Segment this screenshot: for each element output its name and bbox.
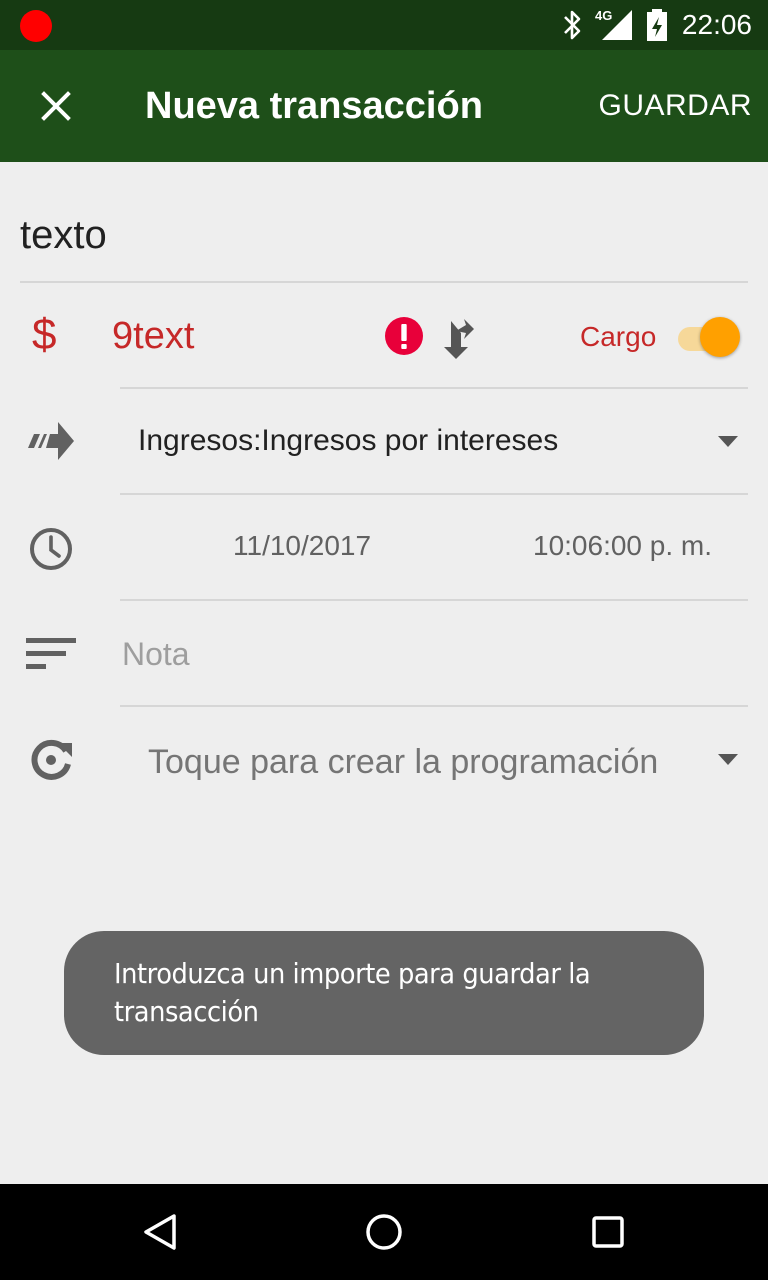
home-icon bbox=[366, 1214, 402, 1250]
navigation-bar bbox=[0, 1184, 768, 1280]
app-toolbar: Nueva transacción GUARDAR bbox=[0, 50, 768, 162]
divider bbox=[120, 599, 748, 601]
toast-text: Introduzca un importe para guardar la tr… bbox=[114, 957, 591, 1028]
description-value[interactable]: texto bbox=[20, 200, 748, 270]
bluetooth-icon bbox=[564, 10, 581, 40]
divider bbox=[120, 705, 748, 707]
amount-row: $ 9text Cargo bbox=[0, 285, 768, 385]
transaction-type-toggle[interactable] bbox=[676, 315, 744, 359]
divider bbox=[20, 281, 748, 283]
back-button[interactable] bbox=[136, 1208, 184, 1256]
toast-message: Introduzca un importe para guardar la tr… bbox=[64, 931, 704, 1055]
note-input[interactable] bbox=[122, 628, 742, 680]
recents-button[interactable] bbox=[584, 1208, 632, 1256]
recording-dot-icon bbox=[20, 10, 52, 42]
account-row[interactable]: Ingresos:Ingresos por intereses bbox=[0, 390, 768, 494]
description-field[interactable]: texto bbox=[20, 200, 748, 280]
date-field[interactable]: 11/10/2017 bbox=[233, 526, 371, 566]
divider bbox=[120, 387, 748, 389]
back-icon bbox=[144, 1214, 176, 1250]
currency-symbol: $ bbox=[32, 310, 57, 359]
divider bbox=[120, 493, 748, 495]
status-bar: 4G 22:06 bbox=[0, 0, 768, 50]
note-row bbox=[0, 602, 768, 706]
datetime-row: 11/10/2017 10:06:00 p. m. bbox=[0, 496, 768, 600]
chevron-down-icon bbox=[718, 754, 738, 765]
close-button[interactable] bbox=[20, 70, 92, 142]
recurrence-icon bbox=[31, 739, 72, 780]
time-field[interactable]: 10:06:00 p. m. bbox=[533, 526, 712, 566]
battery-charging-icon bbox=[647, 9, 667, 41]
clock-icon bbox=[30, 528, 72, 570]
chevron-down-icon bbox=[718, 436, 738, 447]
transaction-type-label: Cargo bbox=[580, 321, 657, 352]
home-button[interactable] bbox=[360, 1208, 408, 1256]
recents-icon bbox=[592, 1216, 624, 1248]
close-icon bbox=[41, 91, 71, 121]
notes-icon bbox=[26, 638, 76, 669]
signal-icon bbox=[602, 10, 632, 40]
recurrence-select[interactable]: Toque para crear la programación bbox=[148, 738, 658, 786]
toggle-thumb bbox=[700, 317, 740, 357]
transfer-arrow-icon bbox=[28, 422, 74, 460]
page-title: Nueva transacción bbox=[145, 85, 483, 127]
split-icon[interactable] bbox=[436, 313, 476, 361]
account-select[interactable]: Ingresos:Ingresos por intereses bbox=[138, 420, 558, 462]
recurrence-row[interactable]: Toque para crear la programación bbox=[0, 708, 768, 812]
amount-field[interactable]: 9text bbox=[112, 307, 194, 365]
error-icon bbox=[385, 317, 423, 355]
save-button[interactable]: GUARDAR bbox=[598, 84, 752, 128]
status-time: 22:06 bbox=[681, 9, 752, 40]
